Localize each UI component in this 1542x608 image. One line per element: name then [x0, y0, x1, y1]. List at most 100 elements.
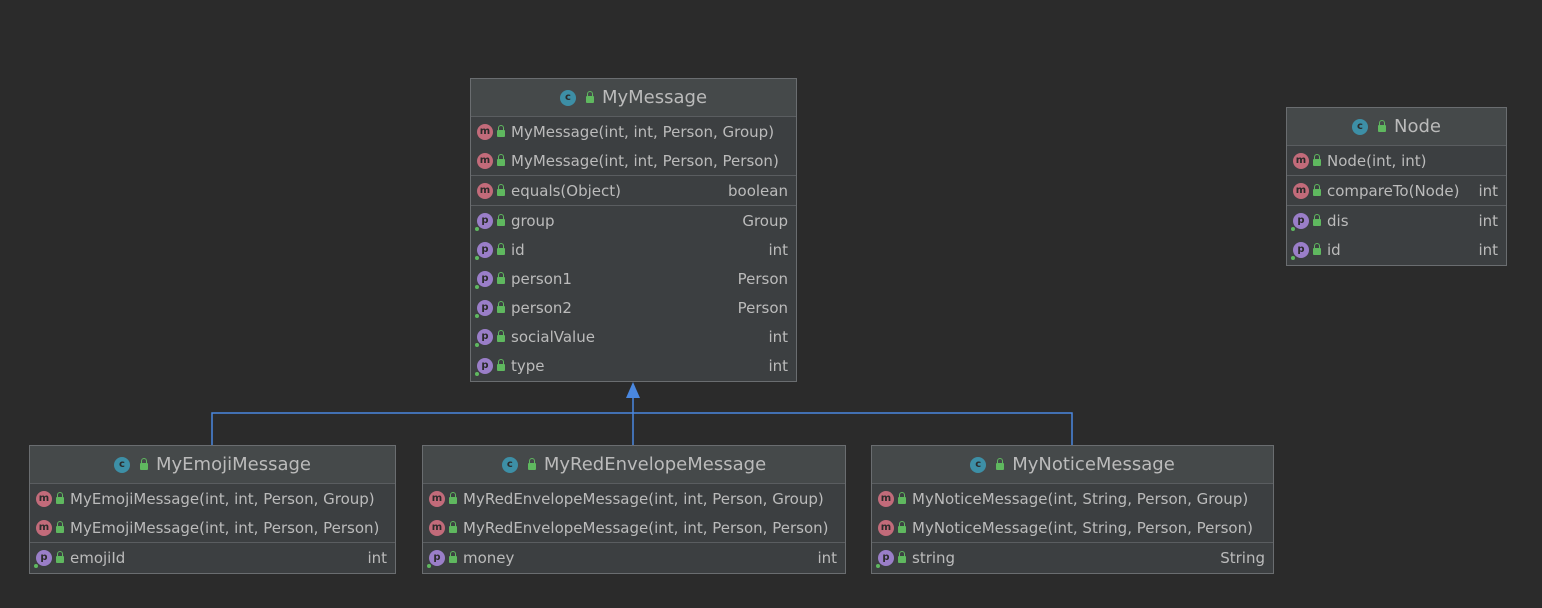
member-type: int: [1478, 181, 1498, 200]
member-type: int: [1478, 240, 1498, 259]
constructor-row[interactable]: m MyEmojiMessage(int, int, Person, Perso…: [30, 513, 395, 542]
member-type: String: [1220, 548, 1265, 567]
property-row[interactable]: p id int: [1287, 235, 1506, 264]
member-name: dis: [1327, 211, 1349, 230]
public-visibility-icon: [1313, 243, 1321, 255]
property-icon: p: [475, 357, 493, 376]
class-header: c MyNoticeMessage: [872, 446, 1273, 484]
member-name: string: [912, 548, 956, 567]
public-visibility-icon: [449, 492, 457, 504]
member-name: group: [511, 211, 555, 230]
member-name: MyNoticeMessage(int, String, Person, Per…: [912, 518, 1253, 537]
constructor-row[interactable]: m MyMessage(int, int, Person, Group): [471, 117, 796, 146]
class-box-mynoticemessage[interactable]: c MyNoticeMessage m MyNoticeMessage(int,…: [871, 445, 1274, 574]
property-icon: p: [475, 241, 493, 260]
constructor-row[interactable]: m Node(int, int): [1287, 146, 1506, 175]
class-header: c Node: [1287, 108, 1506, 146]
constructor-row[interactable]: m MyRedEnvelopeMessage(int, int, Person,…: [423, 484, 845, 513]
member-name: emojiId: [70, 548, 126, 567]
class-icon: c: [970, 456, 987, 473]
property-row[interactable]: p dis int: [1287, 206, 1506, 235]
constructor-row[interactable]: m MyRedEnvelopeMessage(int, int, Person,…: [423, 513, 845, 542]
member-name: type: [511, 356, 545, 375]
public-visibility-icon: [1313, 154, 1321, 166]
member-name: MyNoticeMessage(int, String, Person, Gro…: [912, 489, 1249, 508]
property-row[interactable]: p emojiId int: [30, 543, 395, 572]
class-box-node[interactable]: c Node m Node(int, int) m compareTo(Node…: [1286, 107, 1507, 266]
member-name: MyEmojiMessage(int, int, Person, Person): [70, 518, 380, 537]
property-icon: p: [1291, 241, 1309, 260]
class-icon: c: [501, 456, 518, 473]
method-icon: m: [878, 519, 894, 536]
property-row[interactable]: p money int: [423, 543, 845, 572]
class-header: c MyMessage: [471, 79, 796, 117]
class-header: c MyEmojiMessage: [30, 446, 395, 484]
class-name: MyMessage: [601, 87, 708, 108]
member-type: int: [1478, 211, 1498, 230]
member-name: equals(Object): [511, 181, 621, 200]
property-row[interactable]: p type int: [471, 351, 796, 380]
member-type: int: [768, 327, 788, 346]
class-header: c MyRedEnvelopeMessage: [423, 446, 845, 484]
method-row[interactable]: m equals(Object) boolean: [471, 176, 796, 205]
public-visibility-icon: [527, 458, 536, 470]
constructor-row[interactable]: m MyMessage(int, int, Person, Person): [471, 146, 796, 175]
constructor-row[interactable]: m MyEmojiMessage(int, int, Person, Group…: [30, 484, 395, 513]
method-icon: m: [477, 152, 493, 169]
property-row[interactable]: p group Group: [471, 206, 796, 235]
member-name: person2: [511, 298, 572, 317]
class-name: MyEmojiMessage: [156, 454, 311, 475]
property-row[interactable]: p string String: [872, 543, 1273, 572]
member-name: MyMessage(int, int, Person, Group): [511, 122, 775, 141]
method-row[interactable]: m compareTo(Node) int: [1287, 176, 1506, 205]
method-icon: m: [429, 519, 445, 536]
uml-class-diagram: c MyMessage m MyMessage(int, int, Person…: [0, 0, 1542, 608]
member-name: id: [1327, 240, 1341, 259]
class-icon: c: [114, 456, 130, 473]
property-icon: p: [34, 549, 52, 568]
class-box-myredenvelopemessage[interactable]: c MyRedEnvelopeMessage m MyRedEnvelopeMe…: [422, 445, 846, 574]
member-name: MyRedEnvelopeMessage(int, int, Person, G…: [463, 489, 824, 508]
property-icon: p: [475, 270, 493, 289]
public-visibility-icon: [56, 492, 64, 504]
public-visibility-icon: [996, 458, 1005, 470]
constructors-section: m MyMessage(int, int, Person, Group) m M…: [471, 117, 796, 176]
class-box-mymessage[interactable]: c MyMessage m MyMessage(int, int, Person…: [470, 78, 797, 382]
inheritance-arrowhead: [626, 382, 640, 398]
public-visibility-icon: [1313, 214, 1321, 226]
public-visibility-icon: [898, 492, 906, 504]
class-box-myemojimessage[interactable]: c MyEmojiMessage m MyEmojiMessage(int, i…: [29, 445, 396, 574]
public-visibility-icon: [449, 551, 457, 563]
member-type: Person: [737, 298, 788, 317]
public-visibility-icon: [497, 184, 505, 196]
public-visibility-icon: [497, 301, 505, 313]
constructor-row[interactable]: m MyNoticeMessage(int, String, Person, P…: [872, 513, 1273, 542]
public-visibility-icon: [56, 521, 64, 533]
public-visibility-icon: [898, 521, 906, 533]
public-visibility-icon: [497, 154, 505, 166]
property-icon: p: [876, 549, 894, 568]
properties-section: p emojiId int: [30, 543, 395, 572]
member-type: boolean: [728, 181, 788, 200]
constructor-row[interactable]: m MyNoticeMessage(int, String, Person, G…: [872, 484, 1273, 513]
public-visibility-icon: [898, 551, 906, 563]
member-name: id: [511, 240, 525, 259]
properties-section: p group Group p id int p person1 Person …: [471, 206, 796, 380]
property-row[interactable]: p id int: [471, 235, 796, 264]
public-visibility-icon: [497, 243, 505, 255]
member-type: Person: [737, 269, 788, 288]
class-name: MyNoticeMessage: [1012, 454, 1175, 475]
public-visibility-icon: [497, 214, 505, 226]
class-name: Node: [1394, 116, 1441, 137]
class-icon: c: [1352, 118, 1368, 135]
property-row[interactable]: p person1 Person: [471, 264, 796, 293]
member-type: Group: [742, 211, 788, 230]
method-icon: m: [477, 123, 493, 140]
method-icon: m: [1293, 152, 1309, 169]
property-row[interactable]: p person2 Person: [471, 293, 796, 322]
method-icon: m: [477, 182, 493, 199]
property-row[interactable]: p socialValue int: [471, 322, 796, 351]
member-name: person1: [511, 269, 572, 288]
public-visibility-icon: [497, 330, 505, 342]
method-icon: m: [1293, 182, 1309, 199]
